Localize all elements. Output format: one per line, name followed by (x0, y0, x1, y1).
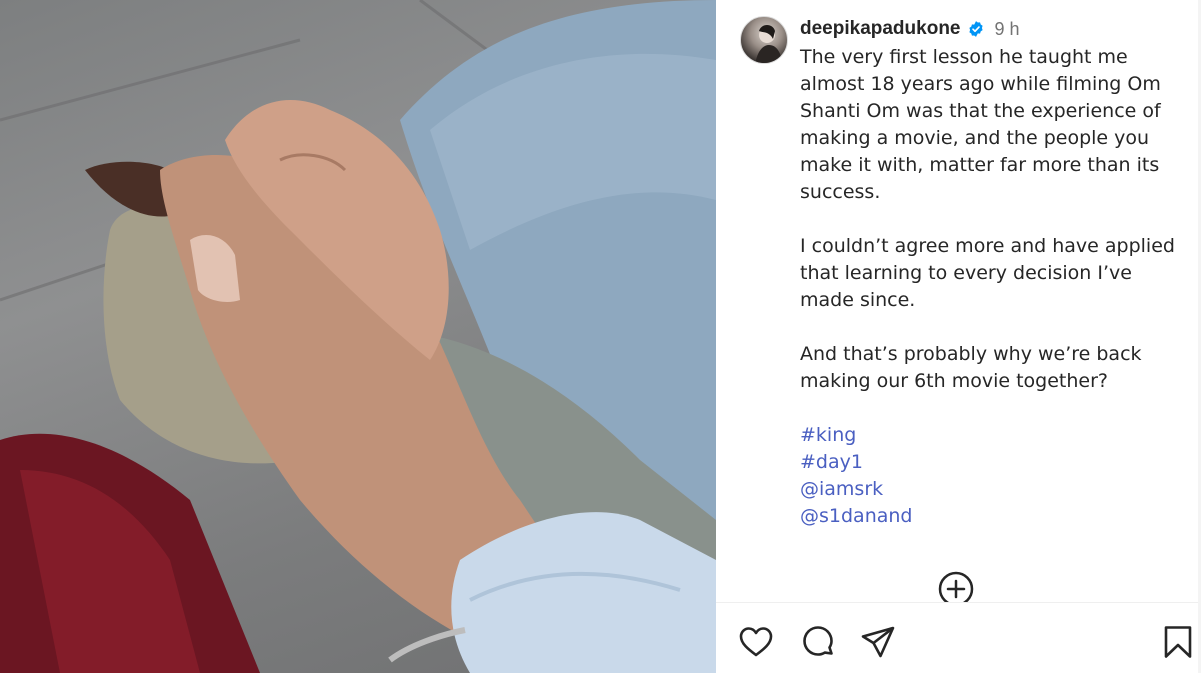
hashtag-list: #king #day1 @iamsrk @s1danand (800, 422, 1180, 530)
caption-paragraph: I couldn’t agree more and have applied t… (800, 235, 1175, 311)
hashtag-link[interactable]: #king (800, 422, 1180, 449)
post-timestamp: 9 h (994, 18, 1020, 39)
post-image[interactable] (0, 0, 716, 673)
post-header: deepikapadukone 9 h (800, 18, 1020, 40)
hashtag-link[interactable]: #day1 (800, 449, 1180, 476)
post-details-panel: deepikapadukone 9 h The very first lesso… (716, 0, 1201, 673)
post-action-bar (716, 602, 1201, 673)
mention-link[interactable]: @s1danand (800, 503, 1180, 530)
bookmark-icon (1164, 626, 1192, 658)
comment-icon (803, 626, 833, 656)
username-link[interactable]: deepikapadukone (800, 18, 961, 40)
verified-badge-icon (968, 21, 983, 37)
share-icon (861, 626, 895, 658)
mention-link[interactable]: @iamsrk (800, 476, 1180, 503)
caption-paragraph: And that’s probably why we’re back makin… (800, 343, 1142, 392)
save-button[interactable] (1160, 624, 1196, 660)
comment-button[interactable] (800, 624, 836, 660)
post-caption: The very first lesson he taught me almos… (800, 44, 1180, 530)
share-button[interactable] (860, 624, 896, 660)
avatar[interactable] (740, 16, 788, 64)
avatar-image (755, 25, 783, 63)
heart-icon (739, 627, 773, 657)
caption-paragraph: The very first lesson he taught me almos… (800, 46, 1161, 203)
post-image-illustration (0, 0, 716, 673)
like-button[interactable] (738, 624, 774, 660)
